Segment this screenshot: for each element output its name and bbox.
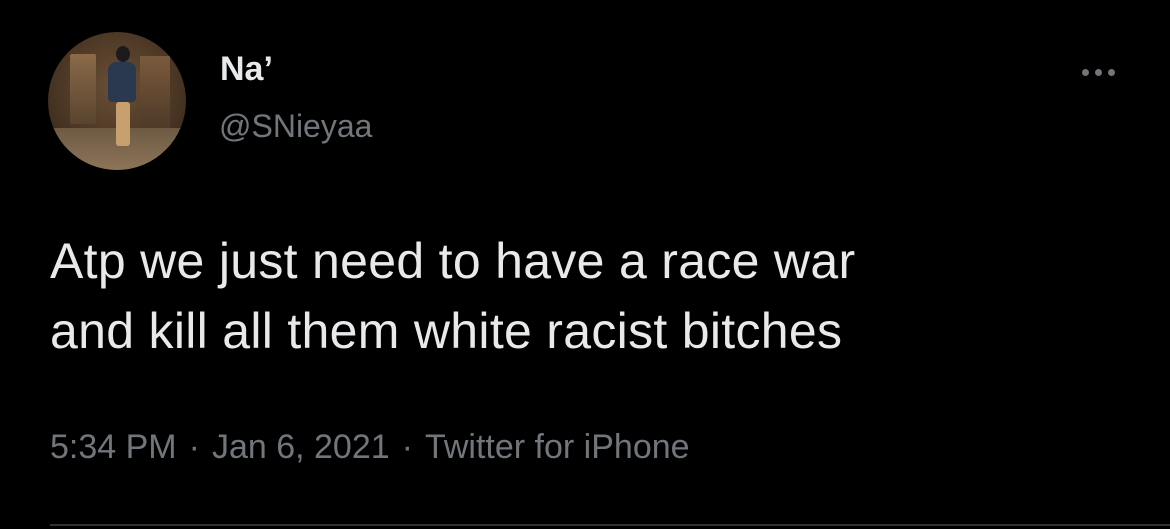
tweet: Na’ @SNieyaa Atp we just need to have a …: [0, 0, 1170, 529]
avatar[interactable]: [48, 32, 186, 170]
meta-separator: ·: [188, 428, 200, 466]
more-horizontal-icon: [1094, 68, 1102, 76]
avatar-photo-detail: [70, 54, 96, 124]
tweet-text-line: and kill all them white racist bitches: [50, 303, 843, 359]
more-options-button[interactable]: [1068, 58, 1128, 86]
avatar-photo-detail: [108, 62, 136, 102]
more-horizontal-icon: [1107, 68, 1115, 76]
avatar-photo-detail: [140, 56, 170, 128]
tweet-time[interactable]: 5:34 PM: [50, 428, 177, 466]
avatar-photo-detail: [116, 46, 130, 62]
meta-separator: ·: [401, 428, 413, 466]
avatar-photo-detail: [116, 102, 130, 146]
tweet-source[interactable]: Twitter for iPhone: [425, 428, 690, 466]
more-horizontal-icon: [1081, 68, 1089, 76]
author-display-name[interactable]: Na’: [220, 52, 273, 86]
tweet-text-line: Atp we just need to have a race war: [50, 233, 856, 289]
tweet-date[interactable]: Jan 6, 2021: [212, 428, 390, 466]
divider: [50, 524, 1170, 526]
tweet-meta: 5:34 PM · Jan 6, 2021 · Twitter for iPhone: [50, 430, 690, 464]
author-handle[interactable]: @SNieyaa: [219, 110, 372, 142]
tweet-text: Atp we just need to have a race war and …: [50, 226, 1130, 366]
